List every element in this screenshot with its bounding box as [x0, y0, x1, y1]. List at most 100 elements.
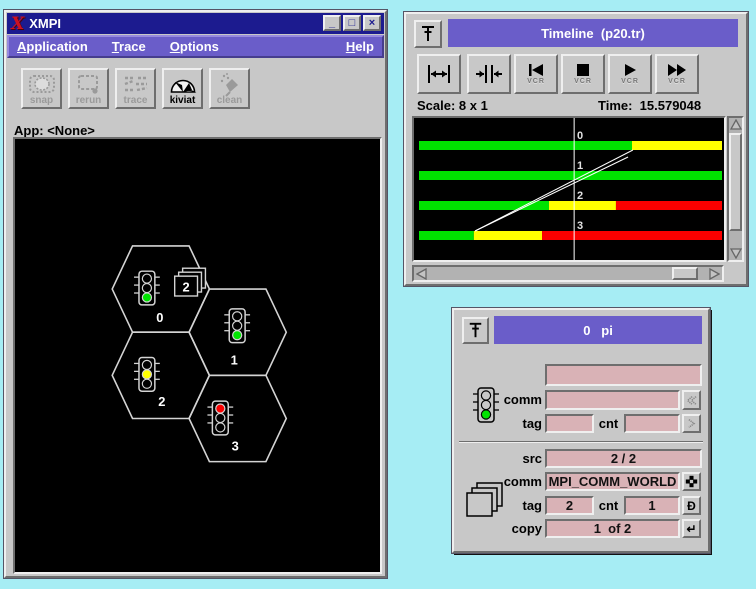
fast-forward-icon — [666, 63, 688, 77]
scroll-forward-button[interactable] — [682, 414, 701, 433]
scroll-back-button[interactable] — [682, 390, 701, 410]
msg-tag-label: tag — [462, 498, 542, 513]
play-icon — [619, 63, 641, 77]
msg-tag-field[interactable]: 2 — [545, 496, 594, 515]
clean-icon — [215, 72, 245, 98]
snap-button[interactable]: snap — [21, 68, 62, 109]
vcr-stop-button[interactable]: VCR — [561, 54, 605, 94]
msg-comm-field[interactable]: MPI_COMM_WORLD — [545, 472, 680, 491]
recv-cnt-field[interactable] — [624, 414, 680, 433]
kiviat-icon — [168, 72, 198, 98]
minimize-button[interactable]: _ — [323, 15, 341, 31]
xmpi-titlebar[interactable]: X XMPI _ □ × — [7, 13, 384, 34]
blocks-plus-icon — [685, 475, 698, 488]
dump-icon: Ɖ — [687, 499, 696, 513]
enter-button[interactable]: ↵ — [682, 519, 701, 538]
message-count: 2 — [183, 280, 190, 295]
trace-button[interactable]: trace — [115, 68, 156, 109]
scroll-left-arrow-icon[interactable] — [415, 267, 429, 280]
timeline-info-row: Scale: 8 x 1 Time: 15.579048 — [406, 98, 746, 114]
msg-cnt-label: cnt — [595, 498, 622, 513]
peek-field[interactable] — [545, 364, 702, 386]
vcr-label: VCR — [527, 78, 545, 85]
vcr-label: VCR — [574, 78, 592, 85]
menu-help[interactable]: Help — [346, 39, 374, 54]
process-1-rank: 1 — [231, 352, 238, 367]
trace-icon — [121, 72, 151, 98]
horizontal-scroll-thumb[interactable] — [672, 267, 698, 280]
msg-cnt-field[interactable]: 1 — [624, 496, 680, 515]
recv-tag-label: tag — [462, 416, 542, 431]
recv-comm-label: comm — [462, 392, 542, 407]
dump-button[interactable]: Ɖ — [682, 496, 701, 515]
compress-scale-button[interactable] — [467, 54, 511, 94]
recv-cnt-label: cnt — [595, 416, 622, 431]
expand-icon — [425, 62, 453, 86]
vcr-label: VCR — [621, 78, 639, 85]
process-3-rank: 3 — [232, 439, 239, 454]
rerun-button[interactable]: rerun — [68, 68, 109, 109]
svg-text:3: 3 — [577, 220, 583, 232]
maximize-button[interactable]: □ — [343, 15, 361, 31]
pushpin-icon — [464, 319, 487, 342]
close-button[interactable]: × — [363, 15, 381, 31]
camera-icon — [27, 72, 57, 98]
menu-options[interactable]: Options — [170, 39, 219, 54]
clean-button[interactable]: clean — [209, 68, 250, 109]
traffic-light-process-3[interactable] — [207, 401, 233, 435]
msg-src-field[interactable]: 2 / 2 — [545, 449, 702, 468]
process-detail-titlebar[interactable]: 0 pi — [494, 316, 702, 344]
enter-arrow-icon: ↵ — [686, 522, 696, 536]
process-map-canvas: 2 0 1 2 3 — [13, 137, 382, 574]
timeline-horizontal-scrollbar[interactable] — [412, 265, 724, 282]
message-stack-icon[interactable]: 2 — [175, 268, 206, 296]
vcr-play-button[interactable]: VCR — [608, 54, 652, 94]
msg-comm-label: comm — [462, 474, 542, 489]
compress-icon — [475, 62, 503, 86]
process-0-rank: 0 — [156, 310, 163, 325]
traffic-light-process-0[interactable] — [134, 271, 160, 305]
time-label: Time: 15.579048 — [598, 98, 701, 113]
vertical-scroll-thumb[interactable] — [729, 133, 742, 231]
menubar: Application Trace Options Help — [7, 35, 384, 58]
vcr-label: VCR — [668, 78, 686, 85]
svg-text:2: 2 — [577, 190, 583, 202]
section-divider — [459, 441, 703, 443]
chevron-right-icon — [685, 417, 698, 430]
pushpin-icon — [416, 22, 440, 46]
scroll-right-arrow-icon[interactable] — [707, 267, 721, 280]
x11-logo-icon: X — [11, 16, 24, 32]
app-status-label: App: <None> — [14, 123, 95, 138]
recv-tag-field[interactable] — [545, 414, 594, 433]
add-button[interactable] — [682, 472, 701, 491]
window-title: XMPI — [29, 16, 61, 31]
pin-button[interactable] — [462, 317, 489, 344]
rewind-icon — [525, 63, 547, 77]
process-2-rank: 2 — [158, 394, 165, 409]
xmpi-window: X XMPI _ □ × Application Trace Options H… — [4, 10, 387, 578]
timeline-window: Timeline (p20.tr) VCR VCR — [404, 12, 748, 286]
pin-button[interactable] — [414, 20, 442, 48]
chevrons-left-icon — [685, 394, 698, 407]
process-detail-window: 0 pi comm tag cnt src 2 / 2 comm MPI_COM… — [452, 308, 710, 553]
vcr-fastforward-button[interactable]: VCR — [655, 54, 699, 94]
desktop: { "colors": { "desktop": "#a6edf4", "tit… — [0, 0, 756, 589]
expand-scale-button[interactable] — [417, 54, 461, 94]
scroll-down-arrow-icon[interactable] — [729, 246, 742, 260]
traffic-light-process-1[interactable] — [224, 309, 250, 343]
vcr-rewind-button[interactable]: VCR — [514, 54, 558, 94]
msg-src-label: src — [462, 451, 542, 466]
timeline-vertical-scrollbar[interactable] — [727, 116, 744, 262]
timeline-plot-canvas[interactable]: 0123 — [412, 116, 726, 262]
menu-trace[interactable]: Trace — [112, 39, 146, 54]
scroll-up-arrow-icon[interactable] — [729, 118, 742, 132]
timeline-titlebar[interactable]: Timeline (p20.tr) — [448, 19, 738, 47]
rerun-icon — [74, 72, 104, 98]
kiviat-button[interactable]: kiviat — [162, 68, 203, 109]
timeline-plot-svg: 0123 — [414, 118, 724, 260]
menu-application[interactable]: Application — [17, 39, 88, 54]
svg-text:1: 1 — [577, 160, 583, 172]
traffic-light-process-2[interactable] — [134, 357, 160, 391]
msg-copy-field[interactable]: 1 of 2 — [545, 519, 680, 538]
recv-comm-field[interactable] — [545, 390, 680, 410]
